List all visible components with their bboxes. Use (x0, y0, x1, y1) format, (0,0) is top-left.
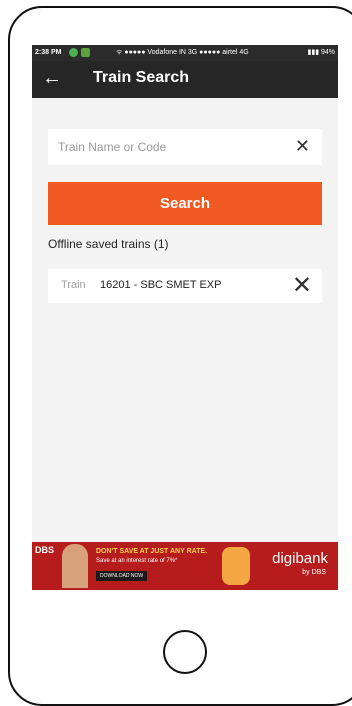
saved-train-label: Train (61, 279, 86, 291)
saved-train-item[interactable]: Train 16201 - SBC SMET EXP ✕ (48, 269, 322, 303)
offline-trains-heading: Offline saved trains (1) (48, 237, 169, 251)
notification-app-icon (81, 48, 90, 57)
ad-subtext: Save at an interest rate of 7%* (96, 558, 178, 564)
status-bar: 2:38 PM ᯤ ●●●●● Vodafone IN 3G ●●●●● air… (32, 45, 338, 61)
ad-headline: DON'T SAVE AT JUST ANY RATE. (96, 548, 208, 555)
saved-train-value: 16201 - SBC SMET EXP (100, 279, 222, 291)
dbs-logo: DBS (35, 545, 55, 555)
app-screen: 2:38 PM ᯤ ●●●●● Vodafone IN 3G ●●●●● air… (32, 45, 338, 590)
remove-train-icon[interactable]: ✕ (292, 272, 312, 300)
battery-indicator: ▮▮▮ 94% (307, 49, 335, 56)
ad-mascot-image (222, 547, 250, 585)
app-bar: ← Train Search (32, 61, 338, 98)
ad-banner[interactable]: DBS DON'T SAVE AT JUST ANY RATE. Save at… (32, 542, 338, 590)
search-button[interactable]: Search (48, 182, 322, 225)
back-arrow-icon[interactable]: ← (42, 66, 62, 90)
whatsapp-icon (69, 48, 78, 57)
page-title: Train Search (93, 69, 190, 86)
train-search-input[interactable] (48, 129, 278, 165)
status-carriers: ᯤ ●●●●● Vodafone IN 3G ●●●●● airtel 4G (116, 49, 249, 56)
status-time: 2:38 PM (35, 49, 62, 56)
search-box: ✕ (48, 129, 322, 165)
ad-person-image (62, 544, 88, 588)
digibank-logo: digibank (272, 550, 328, 567)
ad-by-dbs: by DBS (302, 569, 326, 576)
clear-icon[interactable]: ✕ (295, 136, 310, 156)
home-button[interactable] (163, 630, 207, 674)
ad-download-button[interactable]: DOWNLOAD NOW (96, 571, 148, 581)
